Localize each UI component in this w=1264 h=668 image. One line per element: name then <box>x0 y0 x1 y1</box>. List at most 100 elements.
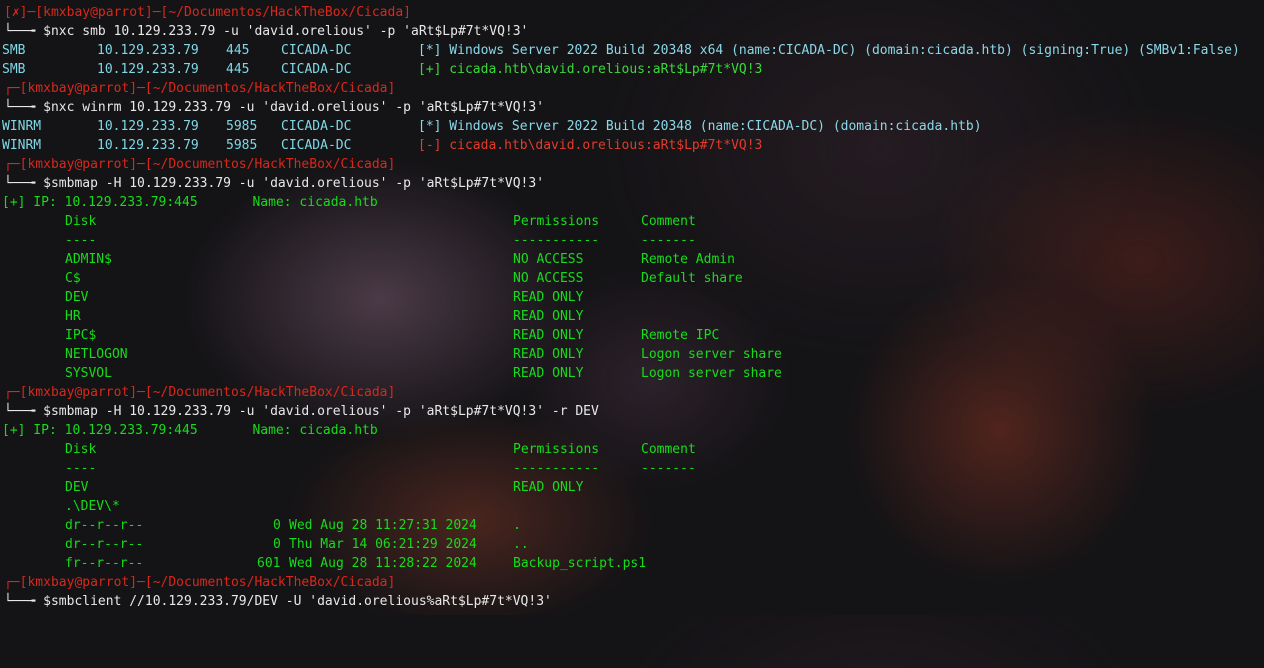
table-separator: ---- ----------- ------- <box>0 231 1264 250</box>
output-line: SMB 10.129.233.79 445 CICADA-DC [+] cica… <box>0 60 1264 79</box>
prompt-line: ┌─[kmxbay@parrot]─[~/Documentos/HackTheB… <box>0 383 1264 402</box>
file-name: .. <box>513 537 529 552</box>
table-row: DEV READ ONLY <box>0 288 1264 307</box>
prompt-host: ┌─[kmxbay@parrot]─[~/Documentos/HackTheB… <box>4 81 396 96</box>
file-size: 0 <box>273 518 281 533</box>
table-row: ADMIN$ NO ACCESS Remote Admin <box>0 250 1264 269</box>
share-comment: Remote Admin <box>641 252 735 267</box>
separator: ---- <box>65 233 97 248</box>
command-line: └──╼ $nxc smb 10.129.233.79 -u 'david.or… <box>0 22 1264 41</box>
ip: 10.129.233.79 <box>97 119 199 134</box>
command-line: └──╼ $smbclient //10.129.233.79/DEV -U '… <box>0 592 1264 611</box>
header-permissions: Permissions <box>513 214 600 229</box>
share-name: SYSVOL <box>65 366 112 381</box>
output-line: .\DEV\* <box>0 497 1264 516</box>
prompt-host: [✗]─[kmxbay@parrot]─[~/Documentos/HackTh… <box>4 5 411 20</box>
port: 5985 <box>226 138 258 153</box>
separator: ------- <box>641 461 696 476</box>
prompt-line: ┌─[kmxbay@parrot]─[~/Documentos/HackTheB… <box>0 79 1264 98</box>
host: CICADA-DC <box>281 43 352 58</box>
table-header: Disk Permissions Comment <box>0 212 1264 231</box>
command-text: └──╼ $smbmap -H 10.129.233.79 -u 'david.… <box>4 404 599 419</box>
share-name: DEV <box>65 480 89 495</box>
file-name: . <box>513 518 521 533</box>
ip: 10.129.233.79 <box>97 62 199 77</box>
message: [*] Windows Server 2022 Build 20348 x64 … <box>418 43 1240 58</box>
share-comment: Logon server share <box>641 347 782 362</box>
share-permission: READ ONLY <box>513 366 584 381</box>
separator: ------- <box>641 233 696 248</box>
file-size: 0 <box>273 537 281 552</box>
prompt-host: ┌─[kmxbay@parrot]─[~/Documentos/HackTheB… <box>4 385 396 400</box>
message: [*] Windows Server 2022 Build 20348 (nam… <box>418 119 982 134</box>
protocol: WINRM <box>2 119 42 134</box>
prompt-line: ┌─[kmxbay@parrot]─[~/Documentos/HackTheB… <box>0 155 1264 174</box>
share-permission: READ ONLY <box>513 347 584 362</box>
host: CICADA-DC <box>281 138 352 153</box>
table-row: NETLOGON READ ONLY Logon server share <box>0 345 1264 364</box>
table-row: IPC$ READ ONLY Remote IPC <box>0 326 1264 345</box>
file-row: dr--r--r-- 0 Thu Mar 14 06:21:29 2024 .. <box>0 535 1264 554</box>
output-line: [+] IP: 10.129.233.79:445 Name: cicada.h… <box>0 421 1264 440</box>
host: CICADA-DC <box>281 62 352 77</box>
share-permission: READ ONLY <box>513 480 584 495</box>
port: 445 <box>226 62 250 77</box>
command-text: └──╼ $smbclient //10.129.233.79/DEV -U '… <box>4 594 552 609</box>
separator: ---- <box>65 461 97 476</box>
port: 5985 <box>226 119 258 134</box>
prompt-line: [✗]─[kmxbay@parrot]─[~/Documentos/HackTh… <box>0 3 1264 22</box>
share-permission: READ ONLY <box>513 290 584 305</box>
file-mode: dr--r--r-- <box>65 518 144 533</box>
command-line: └──╼ $nxc winrm 10.129.233.79 -u 'david.… <box>0 98 1264 117</box>
share-permission: NO ACCESS <box>513 271 584 286</box>
header-disk: Disk <box>65 214 97 229</box>
command-text: └──╼ $nxc smb 10.129.233.79 -u 'david.or… <box>4 24 529 39</box>
dir-path: .\DEV\* <box>65 499 120 514</box>
header-disk: Disk <box>65 442 97 457</box>
table-row: HR READ ONLY <box>0 307 1264 326</box>
file-row: fr--r--r-- 601 Wed Aug 28 11:28:22 2024 … <box>0 554 1264 573</box>
header-comment: Comment <box>641 442 696 457</box>
port: 445 <box>226 43 250 58</box>
table-row: SYSVOL READ ONLY Logon server share <box>0 364 1264 383</box>
share-name: IPC$ <box>65 328 97 343</box>
prompt-host: ┌─[kmxbay@parrot]─[~/Documentos/HackTheB… <box>4 157 396 172</box>
protocol: SMB <box>2 62 26 77</box>
host: CICADA-DC <box>281 119 352 134</box>
file-mode: fr--r--r-- <box>65 556 144 571</box>
protocol: SMB <box>2 43 26 58</box>
share-name: DEV <box>65 290 89 305</box>
file-mode: dr--r--r-- <box>65 537 144 552</box>
table-header: Disk Permissions Comment <box>0 440 1264 459</box>
file-size: 601 <box>257 556 281 571</box>
share-permission: NO ACCESS <box>513 252 584 267</box>
share-comment: Logon server share <box>641 366 782 381</box>
file-name: Backup_script.ps1 <box>513 556 647 571</box>
ip: 10.129.233.79 <box>97 138 199 153</box>
terminal-output[interactable]: [✗]─[kmxbay@parrot]─[~/Documentos/HackTh… <box>0 3 1264 611</box>
share-comment: Remote IPC <box>641 328 720 343</box>
ip: 10.129.233.79 <box>97 43 199 58</box>
share-name: ADMIN$ <box>65 252 112 267</box>
command-text: └──╼ $nxc winrm 10.129.233.79 -u 'david.… <box>4 100 545 115</box>
file-date: Wed Aug 28 11:28:22 2024 <box>289 556 477 571</box>
separator: ----------- <box>513 233 600 248</box>
output-line: [+] IP: 10.129.233.79:445 Name: cicada.h… <box>0 193 1264 212</box>
file-date: Wed Aug 28 11:27:31 2024 <box>289 518 477 533</box>
ip-info: [+] IP: 10.129.233.79:445 Name: cicada.h… <box>2 195 378 210</box>
table-row: C$ NO ACCESS Default share <box>0 269 1264 288</box>
file-date: Thu Mar 14 06:21:29 2024 <box>289 537 477 552</box>
table-separator: ---- ----------- ------- <box>0 459 1264 478</box>
prompt-host: ┌─[kmxbay@parrot]─[~/Documentos/HackTheB… <box>4 575 396 590</box>
protocol: WINRM <box>2 138 42 153</box>
header-comment: Comment <box>641 214 696 229</box>
command-line: └──╼ $smbmap -H 10.129.233.79 -u 'david.… <box>0 174 1264 193</box>
header-permissions: Permissions <box>513 442 600 457</box>
output-line: SMB 10.129.233.79 445 CICADA-DC [*] Wind… <box>0 41 1264 60</box>
message: [-] cicada.htb\david.orelious:aRt$Lp#7t*… <box>418 138 763 153</box>
share-permission: READ ONLY <box>513 328 584 343</box>
output-line: WINRM 10.129.233.79 5985 CICADA-DC [-] c… <box>0 136 1264 155</box>
command-text: └──╼ $smbmap -H 10.129.233.79 -u 'david.… <box>4 176 545 191</box>
share-permission: READ ONLY <box>513 309 584 324</box>
share-name: NETLOGON <box>65 347 128 362</box>
